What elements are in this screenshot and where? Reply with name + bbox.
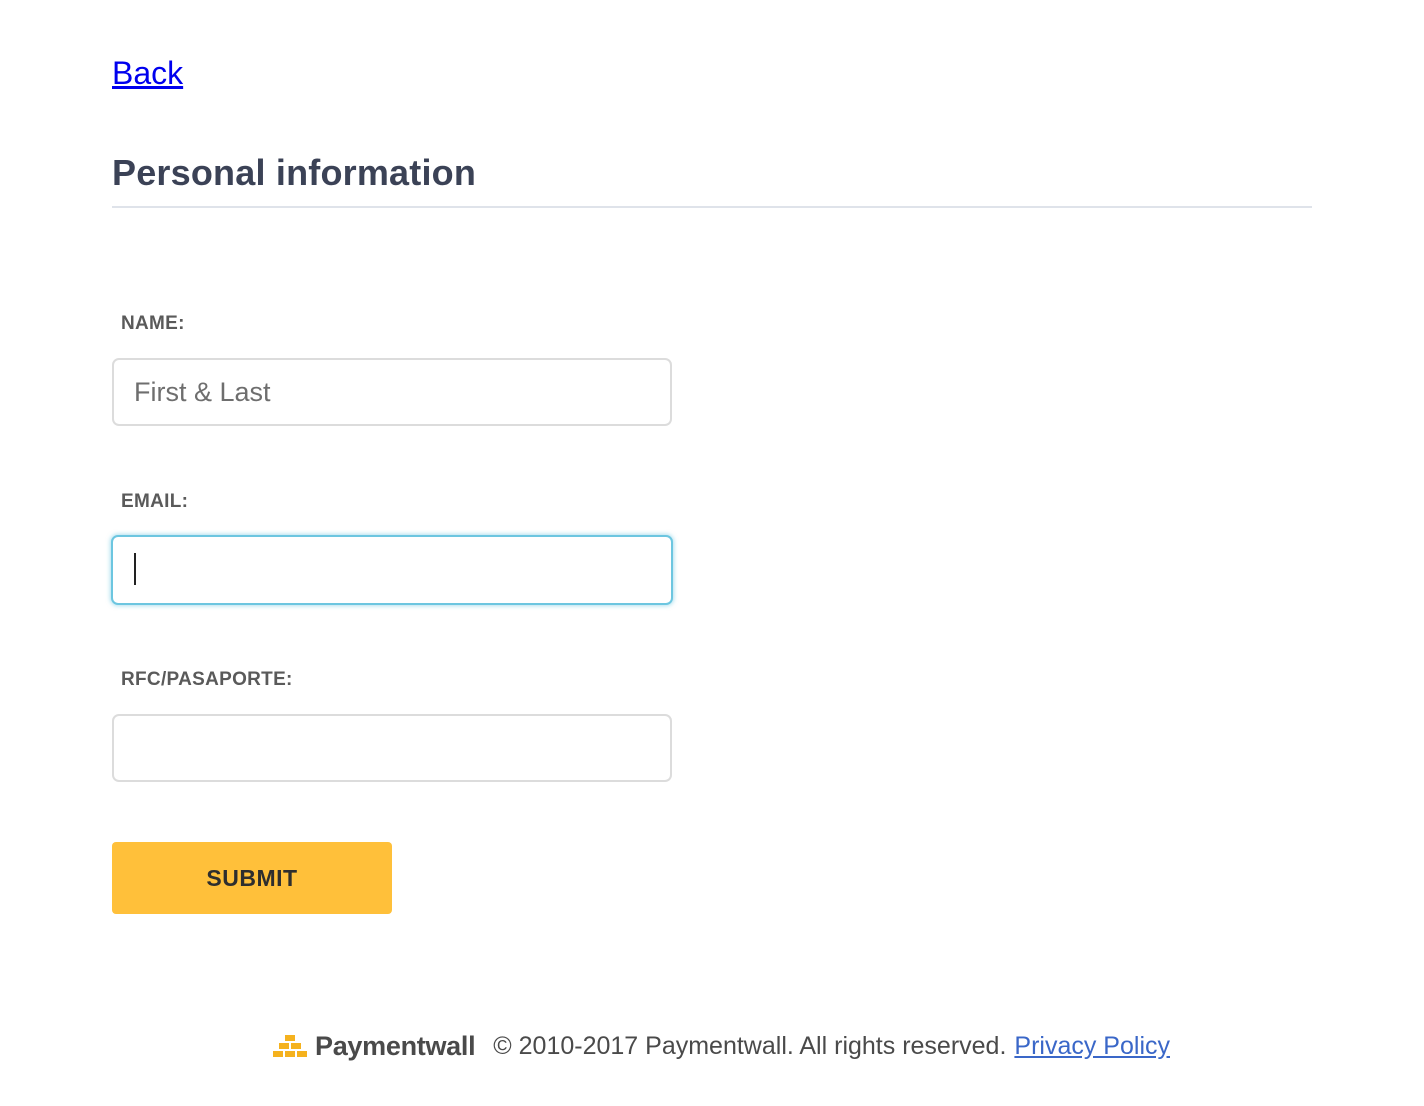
brand-name: Paymentwall (315, 1030, 476, 1061)
text-caret (134, 553, 136, 585)
submit-button[interactable]: SUBMIT (112, 842, 392, 914)
page-title: Personal information (112, 152, 477, 193)
footer: Paymentwall © 2010-2017 Paymentwall. All… (272, 1026, 1170, 1066)
name-input[interactable] (112, 358, 672, 426)
paymentwall-bricks-icon (273, 1035, 307, 1057)
name-label: NAME: (121, 313, 185, 334)
email-label: EMAIL: (121, 491, 189, 512)
paymentwall-logo: Paymentwall (272, 1030, 476, 1062)
privacy-policy-link[interactable]: Privacy Policy (1014, 1032, 1170, 1061)
title-divider (112, 206, 1312, 208)
copyright-text: © 2010-2017 Paymentwall. All rights rese… (493, 1031, 1007, 1060)
rfc-input[interactable] (112, 714, 672, 782)
email-input[interactable] (111, 535, 673, 605)
back-link[interactable]: Back (112, 55, 183, 92)
rfc-label: RFC/PASAPORTE: (121, 669, 293, 690)
